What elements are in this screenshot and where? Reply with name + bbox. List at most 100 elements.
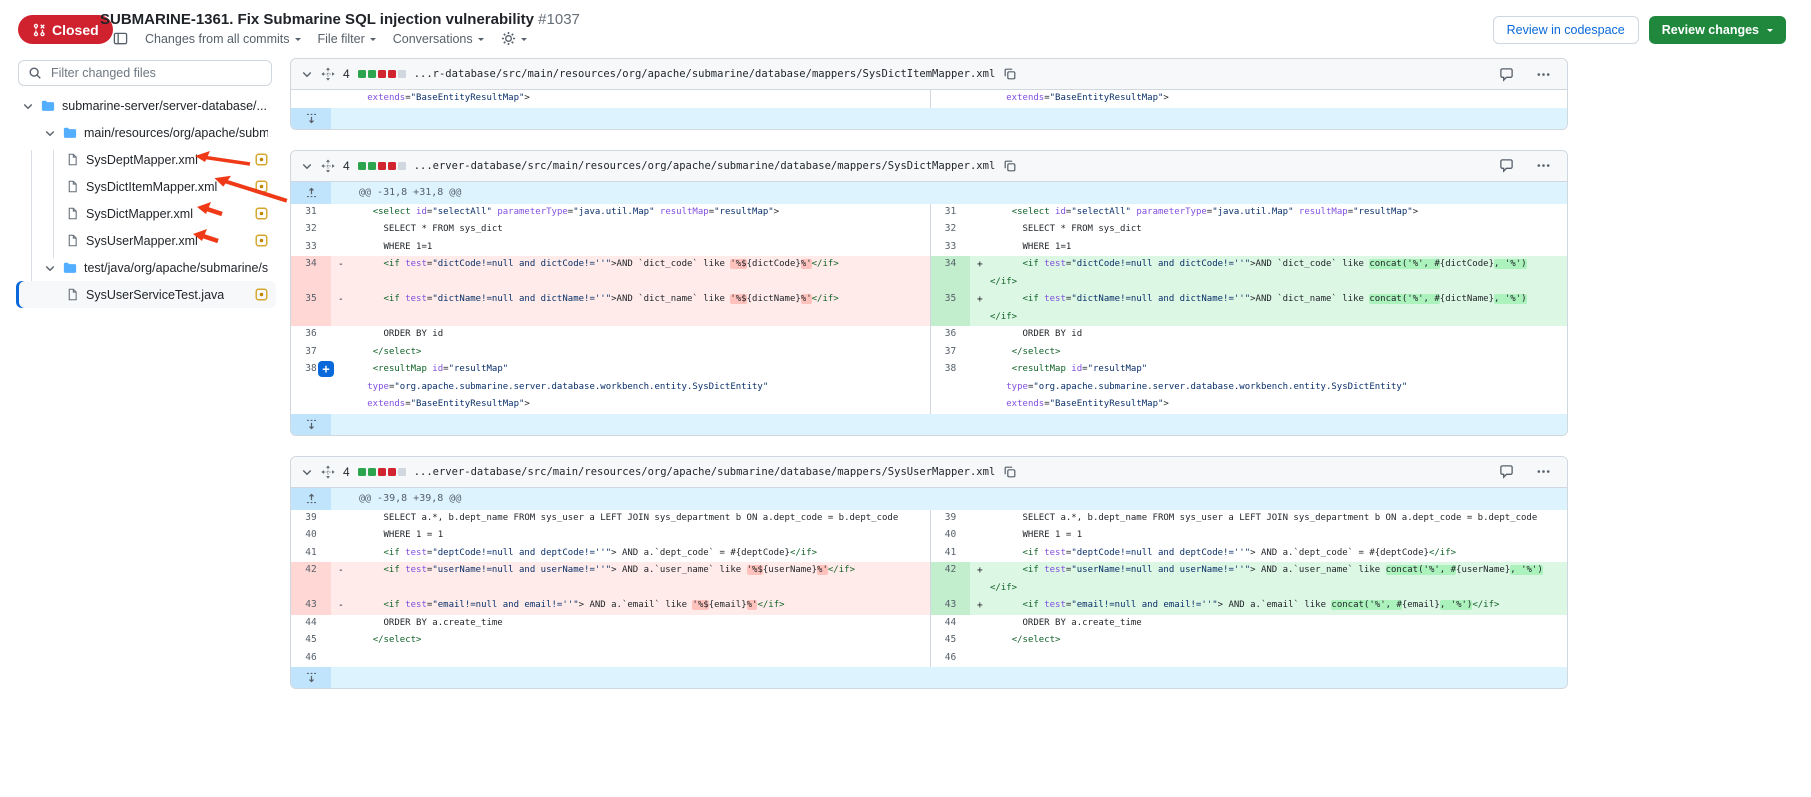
line-number[interactable]: 42 bbox=[930, 562, 970, 597]
tree-dir-test-java-org-apache-submarine-s-[interactable]: test/java/org/apache/submarine/s... bbox=[16, 254, 276, 281]
copy-path-icon[interactable] bbox=[1003, 67, 1017, 81]
line-number[interactable]: 39 bbox=[291, 510, 331, 528]
code-line: </select> bbox=[351, 632, 930, 650]
line-number[interactable]: 41 bbox=[930, 545, 970, 563]
word-diff-highlight: %' bbox=[747, 600, 758, 610]
code-token: {email} bbox=[1402, 600, 1440, 610]
expand-hunk-up-button[interactable] bbox=[291, 488, 331, 510]
word-diff-highlight: %' bbox=[801, 294, 812, 304]
expand-down-button[interactable] bbox=[291, 667, 331, 688]
pr-toolbar: Changes from all commits File filter Con… bbox=[113, 31, 527, 46]
line-number[interactable]: 32 bbox=[291, 221, 331, 239]
line-number[interactable]: 42 bbox=[291, 562, 331, 597]
line-number[interactable]: 35 bbox=[930, 291, 970, 326]
line-number[interactable]: 32 bbox=[930, 221, 970, 239]
code-token: </if> bbox=[990, 312, 1017, 322]
file-filter-box[interactable] bbox=[18, 60, 272, 86]
line-number[interactable]: 33 bbox=[930, 239, 970, 257]
tree-dir-submarine-server-server-database-[interactable]: submarine-server/server-database/... bbox=[16, 92, 276, 119]
pr-number: #1037 bbox=[538, 11, 580, 28]
code-line: extends="BaseEntityResultMap"> bbox=[351, 396, 930, 414]
code-line: <if test="email!=null and email!=''"> AN… bbox=[351, 597, 930, 615]
file-options-kebab-button[interactable] bbox=[1536, 158, 1551, 173]
copy-path-icon[interactable] bbox=[1003, 159, 1017, 173]
file-options-kebab-button[interactable] bbox=[1536, 67, 1551, 82]
line-number[interactable]: 36 bbox=[291, 326, 331, 344]
code-line: SELECT a.*, b.dept_name FROM sys_user a … bbox=[990, 510, 1568, 528]
line-number[interactable]: 39 bbox=[930, 510, 970, 528]
line-number[interactable]: 46 bbox=[291, 650, 331, 668]
drag-file-icon[interactable] bbox=[321, 67, 335, 81]
expand-hunk-up-button[interactable] bbox=[291, 182, 331, 204]
collapse-file-chevron-icon[interactable] bbox=[301, 160, 313, 172]
copy-path-icon[interactable] bbox=[1003, 465, 1017, 479]
file-path-link[interactable]: ...erver-database/src/main/resources/org… bbox=[414, 466, 996, 478]
conversations-dropdown[interactable]: Conversations bbox=[393, 32, 484, 46]
line-number[interactable]: 34 bbox=[930, 256, 970, 291]
changes-from-dropdown[interactable]: Changes from all commits bbox=[145, 32, 301, 46]
line-number[interactable]: 43 bbox=[291, 597, 331, 615]
drag-file-icon[interactable] bbox=[321, 465, 335, 479]
code-cell: ORDER BY a.create_time bbox=[970, 615, 1568, 633]
line-number[interactable]: 31 bbox=[930, 204, 970, 222]
line-number[interactable]: 40 bbox=[291, 527, 331, 545]
line-number[interactable]: 37 bbox=[291, 344, 331, 362]
diff-settings-dropdown[interactable] bbox=[501, 31, 527, 46]
collapse-file-chevron-icon[interactable] bbox=[301, 68, 313, 80]
toggle-comments-button[interactable] bbox=[1499, 464, 1514, 479]
file-path-link[interactable]: ...r-database/src/main/resources/org/apa… bbox=[414, 68, 996, 80]
diff-file-header: 4...erver-database/src/main/resources/or… bbox=[291, 151, 1567, 182]
file-path-link[interactable]: ...erver-database/src/main/resources/org… bbox=[414, 160, 996, 172]
line-number[interactable] bbox=[291, 90, 331, 108]
expand-down-button[interactable] bbox=[291, 108, 331, 129]
code-token: <resultMap bbox=[1012, 364, 1066, 374]
line-number[interactable]: 40 bbox=[930, 527, 970, 545]
code-token: <if bbox=[1023, 565, 1039, 575]
expand-down-button[interactable] bbox=[291, 414, 331, 435]
line-number[interactable]: 33 bbox=[291, 239, 331, 257]
line-number[interactable]: 44 bbox=[930, 615, 970, 633]
word-diff-highlight: , '%') bbox=[1510, 565, 1543, 575]
tree-file-sysuserservicetest-java[interactable]: SysUserServiceTest.java bbox=[16, 281, 276, 308]
tree-item-label: SysDeptMapper.xml bbox=[86, 153, 198, 167]
code-token: test bbox=[405, 548, 427, 558]
line-number[interactable]: 46 bbox=[930, 650, 970, 668]
diff-row: 39 SELECT a.*, b.dept_name FROM sys_user… bbox=[291, 510, 1567, 528]
line-number[interactable]: 43 bbox=[930, 597, 970, 615]
line-number[interactable]: 45 bbox=[291, 632, 331, 650]
paneltoggle-icon[interactable] bbox=[113, 31, 128, 46]
tree-file-sysdictmapper-xml[interactable]: SysDictMapper.xml bbox=[16, 200, 276, 227]
line-number[interactable]: 41 bbox=[291, 545, 331, 563]
toggle-comments-button[interactable] bbox=[1499, 158, 1514, 173]
code-cell: <resultMap id="resultMap" type="org.apac… bbox=[331, 361, 930, 414]
review-changes-button[interactable]: Review changes bbox=[1649, 16, 1786, 44]
line-number[interactable] bbox=[930, 90, 970, 108]
line-number[interactable]: 35 bbox=[291, 291, 331, 326]
code-token: ORDER BY id bbox=[351, 329, 443, 339]
line-number[interactable]: 37 bbox=[930, 344, 970, 362]
line-number[interactable]: 36 bbox=[930, 326, 970, 344]
filter-changed-files-input[interactable] bbox=[49, 65, 243, 81]
collapse-file-chevron-icon[interactable] bbox=[301, 466, 313, 478]
line-number[interactable]: 44 bbox=[291, 615, 331, 633]
add-line-comment-button[interactable]: + bbox=[318, 361, 334, 377]
file-filter-dropdown[interactable]: File filter bbox=[318, 32, 376, 46]
review-in-codespace-button[interactable]: Review in codespace bbox=[1493, 16, 1639, 44]
tree-dir-main-resources-org-apache-subm-[interactable]: main/resources/org/apache/subm... bbox=[16, 119, 276, 146]
file-options-kebab-button[interactable] bbox=[1536, 464, 1551, 479]
tree-file-sysdictitemmapper-xml[interactable]: SysDictItemMapper.xml bbox=[16, 173, 276, 200]
chevron-down-icon bbox=[44, 262, 56, 274]
line-number[interactable]: 38+ bbox=[291, 361, 331, 414]
tree-file-sysdeptmapper-xml[interactable]: SysDeptMapper.xml bbox=[16, 146, 276, 173]
line-number[interactable]: 45 bbox=[930, 632, 970, 650]
code-token: "java.util.Map" bbox=[573, 207, 654, 217]
word-diff-highlight: '%$ bbox=[692, 600, 708, 610]
toggle-comments-button[interactable] bbox=[1499, 67, 1514, 82]
drag-file-icon[interactable] bbox=[321, 159, 335, 173]
line-number[interactable]: 38 bbox=[930, 361, 970, 414]
code-line bbox=[990, 650, 1568, 668]
line-number[interactable]: 34 bbox=[291, 256, 331, 291]
line-number[interactable]: 31 bbox=[291, 204, 331, 222]
code-token: resultMap bbox=[1299, 207, 1348, 217]
tree-file-sysusermapper-xml[interactable]: SysUserMapper.xml bbox=[16, 227, 276, 254]
